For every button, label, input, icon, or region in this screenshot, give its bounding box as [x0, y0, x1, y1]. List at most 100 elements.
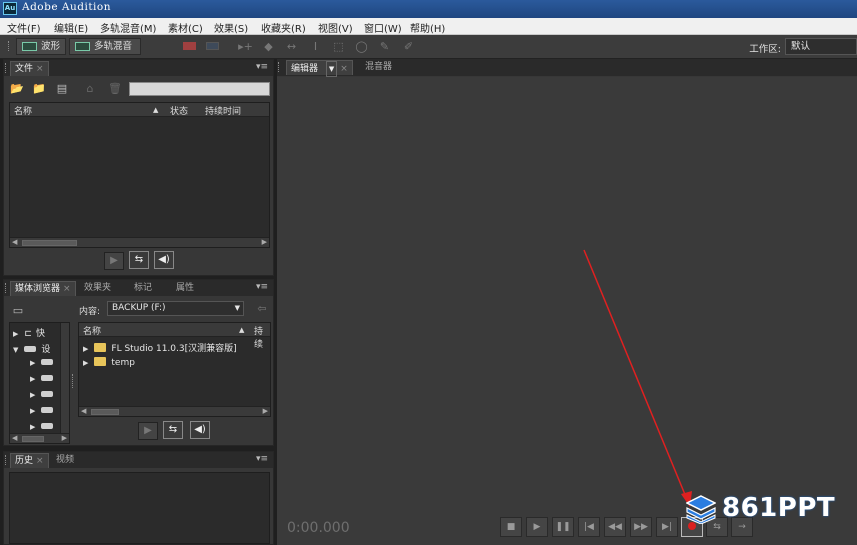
play-icon[interactable]: ▶	[526, 517, 548, 537]
stop-icon[interactable]: ■	[500, 517, 522, 537]
close-icon[interactable]: ×	[36, 64, 44, 74]
menu-view[interactable]: 视图(V)	[318, 20, 353, 35]
tree-row-drive[interactable]: ▶	[30, 390, 58, 404]
tab-effects-rack[interactable]: 效果夹	[80, 281, 115, 296]
pause-icon[interactable]: ❚❚	[552, 517, 574, 537]
tab-history[interactable]: 历史 ×	[10, 453, 49, 468]
panel-menu-icon[interactable]: ▾≡	[256, 62, 268, 72]
fast-forward-icon[interactable]: ▶▶	[630, 517, 652, 537]
tree-vscrollbar[interactable]	[60, 323, 69, 433]
column-name[interactable]: 名称	[83, 324, 101, 337]
new-file-icon[interactable]: ▤	[54, 82, 70, 95]
panel-grip[interactable]	[5, 283, 7, 293]
open-file-icon[interactable]: 📂	[9, 82, 25, 95]
files-column-header: 名称 ▲ 状态 持续时间	[10, 103, 269, 117]
rewind-icon[interactable]: ◀◀	[604, 517, 626, 537]
scroll-right-icon[interactable]: ▶	[262, 238, 267, 246]
files-search-input[interactable]	[129, 82, 270, 96]
spectral-frequency-icon[interactable]	[182, 40, 197, 53]
panel-grip[interactable]	[5, 63, 7, 73]
tree-row-drive[interactable]: ▶	[30, 358, 58, 372]
panel-menu-icon[interactable]: ▾≡	[256, 454, 268, 464]
scroll-thumb[interactable]	[22, 240, 77, 246]
import-file-icon[interactable]: 📁	[31, 82, 47, 95]
media-hscrollbar[interactable]: ◀ ▶	[79, 406, 270, 416]
menu-multitrack[interactable]: 多轨混音(M)	[100, 20, 156, 35]
tab-media-browser[interactable]: 媒体浏览器 ×	[10, 281, 76, 296]
brush-tool-icon[interactable]: ✎	[377, 40, 392, 53]
go-to-start-icon[interactable]: |◀	[578, 517, 600, 537]
razor-tool-icon[interactable]: ◆	[261, 40, 276, 53]
media-tree[interactable]: ▶ ⊏ 快 ▼ 设 ▶ ▶ ▶ ▶ ▶ ◀ ▶	[9, 322, 70, 444]
tree-hscrollbar[interactable]: ◀ ▶	[10, 433, 69, 443]
marquee-tool-icon[interactable]: ⬚	[331, 40, 346, 53]
scroll-thumb[interactable]	[91, 409, 119, 415]
editor-canvas[interactable]	[277, 77, 857, 545]
scroll-right-icon[interactable]: ▶	[263, 407, 268, 415]
spectral-pitch-icon[interactable]	[205, 40, 220, 53]
autoplay-speaker-icon[interactable]: ◀)	[154, 251, 174, 269]
slip-tool-icon[interactable]: ↔	[284, 40, 299, 53]
tab-markers[interactable]: 标记	[130, 281, 156, 296]
panel-grip[interactable]	[5, 455, 7, 465]
tab-mixer[interactable]: 混音器	[361, 60, 396, 75]
toolbar-grip[interactable]	[8, 41, 10, 51]
play-icon[interactable]: ▶	[104, 252, 124, 270]
column-status[interactable]: 状态	[170, 104, 188, 117]
chevron-down-icon[interactable]: ▼	[325, 61, 338, 77]
delete-icon[interactable]: 🗑	[107, 82, 123, 95]
history-list[interactable]	[9, 472, 270, 544]
scroll-left-icon[interactable]: ◀	[81, 407, 86, 415]
list-item-folder[interactable]: ▶ temp	[83, 357, 135, 371]
close-icon[interactable]: ×	[63, 284, 71, 294]
media-file-list[interactable]: 名称 ▲ 持续 ▶ FL Studio 11.0.3[汉测兼容版] ▶ temp ◀…	[78, 322, 271, 417]
spot-healing-tool-icon[interactable]: ✐	[401, 40, 416, 53]
tree-row-shortcuts[interactable]: ▶ ⊏ 快	[13, 326, 45, 340]
column-name[interactable]: 名称	[14, 104, 32, 117]
scroll-left-icon[interactable]: ◀	[12, 238, 17, 246]
scroll-left-icon[interactable]: ◀	[12, 434, 17, 442]
menu-effects[interactable]: 效果(S)	[214, 20, 248, 35]
close-icon[interactable]: ×	[340, 64, 348, 74]
files-list[interactable]: 名称 ▲ 状态 持续时间 ◀ ▶	[9, 102, 270, 248]
waveform-button[interactable]: 波形	[16, 38, 66, 55]
move-tool-icon[interactable]: ▸+	[238, 40, 253, 53]
close-icon[interactable]: ×	[36, 456, 44, 466]
go-to-end-icon[interactable]: ▶|	[656, 517, 678, 537]
content-location-select[interactable]: BACKUP (F:) ▼	[107, 301, 244, 316]
tab-files[interactable]: 文件 ×	[10, 61, 49, 76]
tab-editor[interactable]: 编辑器 ▼ ×	[286, 60, 353, 77]
scroll-right-icon[interactable]: ▶	[62, 434, 67, 442]
list-item-folder[interactable]: ▶ FL Studio 11.0.3[汉测兼容版]	[83, 341, 237, 355]
tree-row-drive[interactable]: ▶	[30, 406, 58, 420]
files-hscrollbar[interactable]: ◀ ▶	[10, 237, 269, 247]
loop-icon[interactable]: ⇆	[129, 251, 149, 269]
column-duration[interactable]: 持续时间	[205, 104, 241, 117]
tab-properties[interactable]: 属性	[172, 281, 198, 296]
play-icon[interactable]: ▶	[138, 422, 158, 440]
time-selection-tool-icon[interactable]: I	[308, 40, 323, 53]
menu-edit[interactable]: 编辑(E)	[54, 20, 88, 35]
splitter-handle[interactable]	[72, 374, 76, 388]
panel-grip[interactable]	[278, 62, 280, 72]
lasso-tool-icon[interactable]: ◯	[354, 40, 369, 53]
menu-window[interactable]: 窗口(W)	[364, 20, 402, 35]
drive-icon[interactable]: ▭	[10, 304, 26, 317]
menu-help[interactable]: 帮助(H)	[410, 20, 445, 35]
menu-file[interactable]: 文件(F)	[7, 20, 41, 35]
panel-menu-icon[interactable]: ▾≡	[256, 282, 268, 292]
tree-row-drive[interactable]: ▶	[30, 374, 58, 388]
column-duration[interactable]: 持续	[254, 324, 270, 350]
scroll-thumb[interactable]	[22, 436, 44, 442]
multitrack-button[interactable]: 多轨混音	[69, 38, 141, 55]
menu-clip[interactable]: 素材(C)	[168, 20, 203, 35]
autoplay-speaker-icon[interactable]: ◀)	[190, 421, 210, 439]
loop-icon[interactable]: ⇆	[163, 421, 183, 439]
insert-icon[interactable]: ⌂	[82, 82, 98, 95]
menu-favorites[interactable]: 收藏夹(R)	[261, 20, 306, 35]
multitrack-label: 多轨混音	[94, 41, 133, 52]
tab-video[interactable]: 视频	[52, 453, 78, 468]
workspace-select[interactable]: 默认	[785, 38, 857, 55]
tree-row-devices[interactable]: ▼ 设	[13, 342, 50, 356]
back-arrow-icon[interactable]: ⇦	[254, 302, 270, 315]
